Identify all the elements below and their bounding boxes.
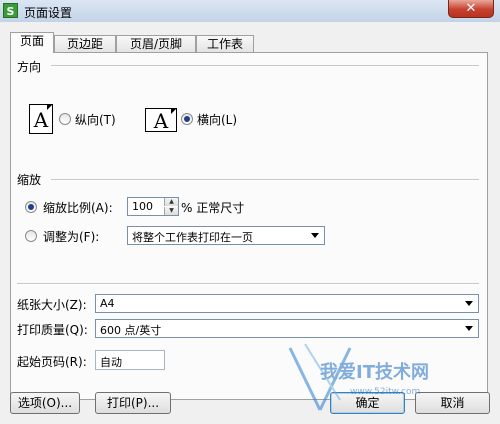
options-button[interactable]: 选项(O)...: [10, 392, 80, 414]
orientation-divider: [51, 65, 479, 67]
landscape-radio[interactable]: [181, 113, 193, 125]
spin-down-icon[interactable]: ▼: [164, 207, 178, 215]
tab-header-footer[interactable]: 页眉/页脚: [116, 35, 196, 52]
spin-up-icon[interactable]: ▲: [164, 198, 178, 206]
paper-size-dropdown[interactable]: A4: [95, 294, 479, 313]
print-quality-label: 打印质量(Q):: [17, 323, 88, 337]
title-bar: S 页面设置 ✕: [0, 0, 500, 23]
paper-size-value: A4: [100, 297, 115, 310]
fit-label[interactable]: 调整为(F):: [43, 228, 99, 245]
scale-label[interactable]: 缩放比例(A):: [43, 199, 113, 216]
paper-size-label: 纸张大小(Z):: [17, 298, 87, 312]
scaling-divider: [51, 179, 479, 181]
portrait-radio[interactable]: [59, 113, 71, 125]
first-page-value: 自动: [100, 356, 122, 369]
tab-page[interactable]: 页面: [10, 32, 54, 53]
fit-dropdown[interactable]: 将整个工作表打印在一页: [127, 226, 325, 245]
fit-radio[interactable]: [25, 230, 37, 242]
scale-stepper[interactable]: 100 ▲ ▼: [127, 197, 179, 216]
cancel-button[interactable]: 取消: [415, 392, 490, 414]
print-quality-dropdown[interactable]: 600 点/英寸: [95, 319, 479, 338]
app-icon: S: [3, 3, 18, 18]
orientation-group-label: 方向: [17, 60, 42, 74]
scaling-group-label: 缩放: [17, 173, 42, 187]
ok-button[interactable]: 确定: [330, 392, 405, 414]
page-setup-dialog: 页面 页边距 页眉/页脚 工作表 方向 A 纵向(T) A 横向(L) 缩放 缩…: [0, 22, 500, 424]
window-title: 页面设置: [24, 6, 73, 20]
portrait-label[interactable]: 纵向(T): [75, 111, 116, 128]
scale-value: 100: [132, 200, 153, 213]
landscape-page-icon: A: [145, 108, 177, 133]
paper-divider: [17, 283, 479, 285]
first-page-input[interactable]: 自动: [95, 350, 165, 370]
print-button[interactable]: 打印(P)...: [95, 392, 171, 414]
chevron-down-icon: [311, 233, 319, 238]
landscape-label[interactable]: 横向(L): [197, 111, 237, 128]
first-page-label: 起始页码(R):: [17, 355, 87, 369]
print-quality-value: 600 点/英寸: [100, 324, 162, 337]
close-button[interactable]: ✕: [448, 0, 494, 18]
portrait-page-icon: A: [29, 104, 53, 134]
tab-margins[interactable]: 页边距: [54, 35, 116, 52]
fit-dropdown-value: 将整个工作表打印在一页: [132, 231, 253, 244]
scale-radio[interactable]: [25, 201, 37, 213]
tab-sheet[interactable]: 工作表: [196, 35, 254, 52]
scale-unit-label: % 正常尺寸: [181, 201, 245, 215]
chevron-down-icon: [465, 326, 473, 331]
chevron-down-icon: [465, 301, 473, 306]
page-tab-panel: 方向 A 纵向(T) A 横向(L) 缩放 缩放比例(A): 100 ▲ ▼ %…: [10, 52, 488, 400]
